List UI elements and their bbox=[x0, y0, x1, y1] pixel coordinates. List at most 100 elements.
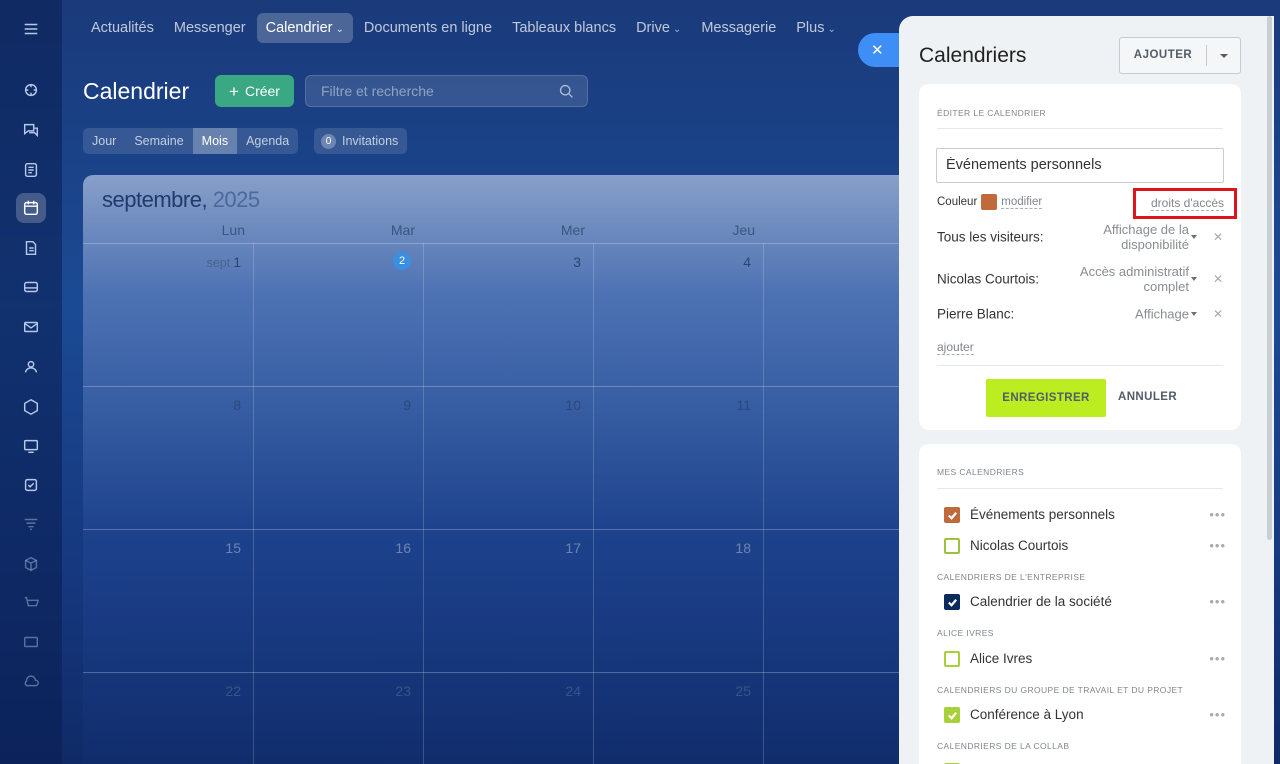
edit-calendar-card: ÉDITER LE CALENDRIER Couleur modifier dr… bbox=[919, 84, 1241, 430]
feed-icon[interactable] bbox=[16, 155, 46, 185]
calendar-checkbox[interactable] bbox=[944, 594, 960, 610]
caret-down-icon[interactable] bbox=[1191, 235, 1197, 239]
day-cell[interactable]: 15 bbox=[83, 540, 253, 556]
search-icon[interactable] bbox=[558, 83, 575, 105]
more-options-icon[interactable]: ••• bbox=[1209, 707, 1226, 722]
funnel-icon[interactable] bbox=[16, 509, 46, 539]
more-options-icon[interactable]: ••• bbox=[1209, 651, 1226, 666]
calendar-name: Calendrier de la société bbox=[970, 594, 1112, 609]
invitations-button[interactable]: 0 Invitations bbox=[314, 128, 408, 154]
group-icon[interactable] bbox=[16, 352, 46, 382]
caret-down-icon bbox=[1220, 53, 1228, 58]
more-options-icon[interactable]: ••• bbox=[1209, 538, 1226, 553]
nav-actualites[interactable]: Actualités bbox=[82, 13, 163, 43]
calendar-icon[interactable] bbox=[16, 193, 46, 223]
day-cell[interactable]: 8 bbox=[83, 397, 253, 413]
tab-agenda[interactable]: Agenda bbox=[237, 128, 298, 154]
calendar-name: Conférence à Lyon bbox=[970, 707, 1084, 722]
month-name: septembre, bbox=[102, 187, 208, 212]
day-cell[interactable]: 23 bbox=[253, 683, 423, 699]
day-cell[interactable]: 3 bbox=[423, 254, 593, 270]
more-options-icon[interactable]: ••• bbox=[1209, 594, 1226, 609]
day-cell[interactable]: 18 bbox=[593, 540, 763, 556]
cube-icon[interactable] bbox=[16, 549, 46, 579]
color-swatch[interactable] bbox=[981, 194, 998, 210]
day-cell[interactable]: 4 bbox=[593, 254, 763, 270]
remove-icon[interactable]: ✕ bbox=[1213, 230, 1223, 244]
calendar-list-item[interactable]: Événements personnels ••• bbox=[944, 504, 1226, 526]
day-cell[interactable]: 22 bbox=[83, 683, 253, 699]
permission-level[interactable]: Affichage de la disponibilité bbox=[1103, 222, 1189, 252]
board-icon[interactable] bbox=[16, 431, 46, 461]
remove-icon[interactable]: ✕ bbox=[1213, 307, 1223, 321]
nav-drive[interactable]: Drive ⌄ bbox=[627, 13, 690, 43]
remove-icon[interactable]: ✕ bbox=[1213, 272, 1223, 286]
drive-icon[interactable] bbox=[16, 272, 46, 302]
modify-color-link[interactable]: modifier bbox=[1001, 196, 1043, 209]
nav-messenger[interactable]: Messenger bbox=[165, 13, 255, 43]
close-panel-button[interactable]: ✕ bbox=[858, 33, 902, 67]
add-permission-link[interactable]: ajouter bbox=[937, 340, 974, 355]
day-cell[interactable]: 16 bbox=[253, 540, 423, 556]
nav-documents[interactable]: Documents en ligne bbox=[355, 13, 501, 43]
cloud-icon[interactable] bbox=[16, 667, 46, 697]
day-cell-today[interactable]: 2 bbox=[253, 251, 423, 270]
scrollbar-thumb[interactable] bbox=[1267, 16, 1272, 540]
calendar-checkbox[interactable] bbox=[944, 538, 960, 554]
hexagon-icon[interactable] bbox=[16, 392, 46, 422]
color-label: Couleur bbox=[937, 196, 978, 208]
activity-icon[interactable] bbox=[16, 75, 46, 105]
tab-semaine[interactable]: Semaine bbox=[125, 128, 192, 154]
day-cell[interactable]: 9 bbox=[253, 397, 423, 413]
create-button[interactable]: + Créer bbox=[215, 75, 294, 107]
nav-plus-label: Plus bbox=[796, 20, 825, 36]
search-input[interactable] bbox=[321, 83, 541, 99]
month-year: 2025 bbox=[212, 187, 260, 212]
day-cell[interactable]: 17 bbox=[423, 540, 593, 556]
calendar-list-item[interactable] bbox=[944, 760, 1226, 764]
document-icon[interactable] bbox=[16, 233, 46, 263]
menu-icon[interactable] bbox=[16, 14, 46, 44]
nav-messagerie[interactable]: Messagerie bbox=[692, 13, 785, 43]
calendar-list-item[interactable]: Calendrier de la société ••• bbox=[944, 591, 1226, 613]
day-cell[interactable]: 24 bbox=[423, 683, 593, 699]
tab-jour[interactable]: Jour bbox=[83, 128, 125, 154]
calendar-checkbox[interactable] bbox=[944, 651, 960, 667]
close-icon: ✕ bbox=[871, 42, 884, 59]
nav-calendrier-label: Calendrier bbox=[265, 20, 333, 36]
calendar-list-item[interactable]: Nicolas Courtois ••• bbox=[944, 535, 1226, 557]
day-cell[interactable]: sept 1 bbox=[83, 254, 253, 270]
nav-calendrier[interactable]: Calendrier ⌄ bbox=[256, 13, 353, 43]
cart-icon[interactable] bbox=[16, 588, 46, 618]
nav-plus[interactable]: Plus ⌄ bbox=[787, 13, 845, 43]
day-cell[interactable]: 25 bbox=[593, 683, 763, 699]
calendar-list-item[interactable]: Conférence à Lyon ••• bbox=[944, 704, 1226, 726]
caret-down-icon[interactable] bbox=[1191, 277, 1197, 281]
grid-line bbox=[83, 243, 913, 244]
calendar-name-field[interactable] bbox=[936, 148, 1224, 183]
calendar-name-input[interactable] bbox=[946, 157, 1216, 173]
calendar-checkbox[interactable] bbox=[944, 707, 960, 723]
access-rights-link[interactable]: droits d'accès bbox=[1151, 196, 1224, 211]
cancel-button[interactable]: ANNULER bbox=[1118, 391, 1177, 403]
save-button[interactable]: ENREGISTRER bbox=[986, 379, 1106, 417]
nav-tableaux[interactable]: Tableaux blancs bbox=[503, 13, 625, 43]
add-button[interactable]: AJOUTER bbox=[1119, 37, 1241, 74]
day-cell[interactable]: 10 bbox=[423, 397, 593, 413]
tab-mois[interactable]: Mois bbox=[192, 128, 238, 154]
task-icon[interactable] bbox=[16, 470, 46, 500]
search-box[interactable] bbox=[305, 75, 588, 107]
chat-icon[interactable] bbox=[16, 115, 46, 145]
screen-icon[interactable] bbox=[16, 627, 46, 657]
calendar-list-item[interactable]: Alice Ivres ••• bbox=[944, 648, 1226, 670]
panel-scrollbar[interactable] bbox=[1266, 16, 1274, 540]
permission-level[interactable]: Accès administratif complet bbox=[1080, 264, 1189, 294]
calendar-checkbox[interactable] bbox=[944, 507, 960, 523]
more-options-icon[interactable]: ••• bbox=[1209, 507, 1226, 522]
caret-down-icon[interactable] bbox=[1191, 312, 1197, 316]
add-dropdown-button[interactable] bbox=[1207, 38, 1241, 73]
permission-level[interactable]: Affichage bbox=[1135, 307, 1189, 322]
section-label: CALENDRIERS DE L'ENTREPRISE bbox=[937, 572, 1086, 582]
day-cell[interactable]: 11 bbox=[593, 397, 763, 413]
mail-icon[interactable] bbox=[16, 312, 46, 342]
